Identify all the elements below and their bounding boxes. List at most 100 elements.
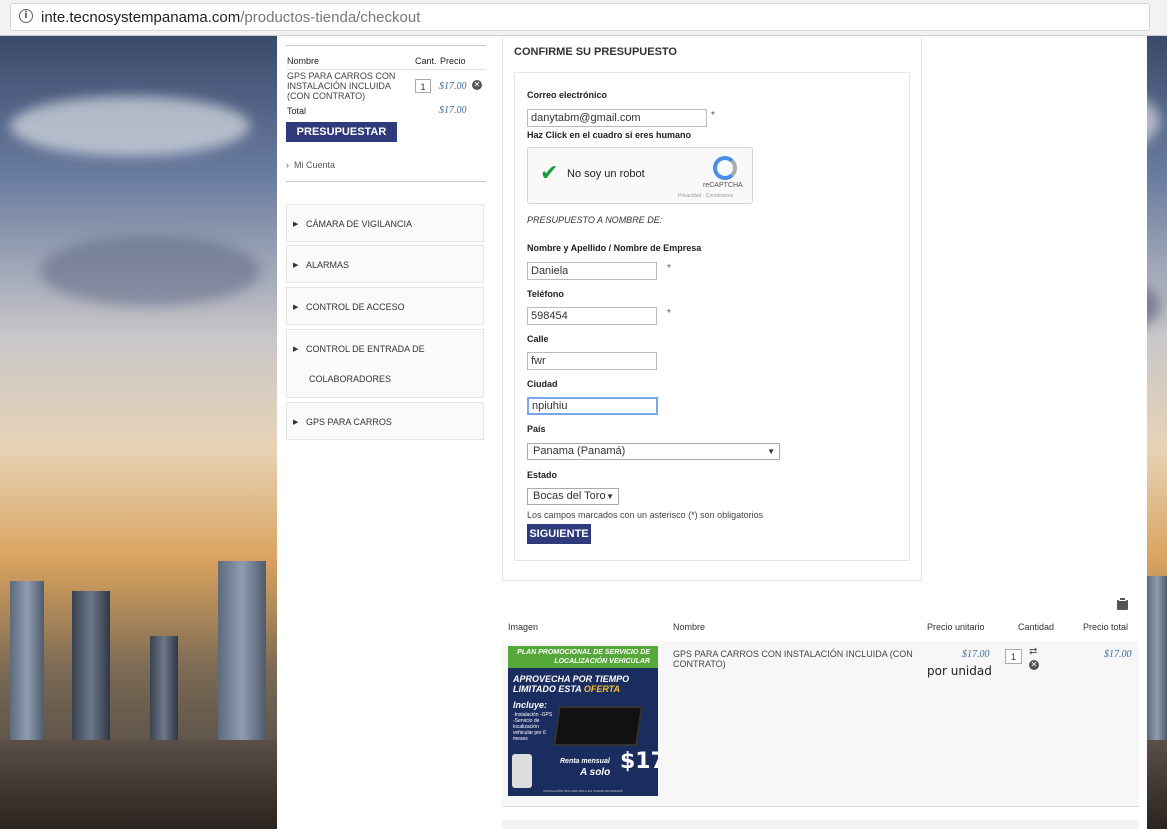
city-field[interactable] <box>527 397 658 415</box>
unit-price: $17.00 <box>962 649 990 660</box>
cart-total-label: Total <box>287 106 307 116</box>
url-text[interactable]: inte.tecnosystempanama.com/productos-tie… <box>41 9 420 26</box>
cart-col-price: Precio <box>440 56 466 66</box>
cart-col-qty: Cant. <box>415 56 437 66</box>
cart-item-qty[interactable]: 1 <box>415 79 431 93</box>
checkout-form: Correo electrónico * Haz Click en el cua… <box>514 72 910 561</box>
cloud <box>40 236 260 306</box>
cart-total-value: $17.00 <box>439 105 467 116</box>
state-selected: Bocas del Toro <box>533 490 606 502</box>
remove-icon[interactable]: ✕ <box>1029 660 1039 670</box>
product-name: GPS PARA CARROS CON INSTALACIÓN INCLUIDA… <box>673 649 913 669</box>
product-table-header: Imagen Nombre Precio unitario Cantidad P… <box>502 615 1139 642</box>
street-label: Calle <box>527 334 549 344</box>
next-button[interactable]: SIGUIENTE <box>527 524 591 544</box>
recaptcha-brand: reCAPTCHA <box>703 182 743 189</box>
product-image[interactable]: PLAN PROMOCIONAL DE SERVICIO DE LOCALIZA… <box>508 646 658 796</box>
category-label: CONTROL DE ACCESO <box>306 302 405 312</box>
checkmark-icon[interactable]: ✔ <box>540 160 558 186</box>
quantity-input[interactable]: 1 <box>1005 649 1022 664</box>
page-content: Nombre Cant. Precio GPS PARA CARROS CON … <box>277 36 1147 829</box>
info-icon[interactable]: i <box>19 9 33 23</box>
street-field[interactable] <box>527 352 657 370</box>
caret-right-icon: ▶ <box>293 419 299 426</box>
per-unit-label: por unidad <box>927 664 992 678</box>
presupuestar-button[interactable]: PRESUPUESTAR <box>286 122 397 142</box>
human-check-label: Haz Click en el cuadro si eres humano <box>527 130 692 140</box>
recaptcha-logo-icon <box>713 156 737 180</box>
city-label: Ciudad <box>527 379 558 389</box>
col-quantity: Cantidad <box>1018 622 1055 632</box>
category-control-entrada[interactable]: ▶ CONTROL DE ENTRADA DE COLABORADORES <box>286 329 484 398</box>
url-path: /productos-tienda/checkout <box>240 9 421 26</box>
col-total-price: Precio total <box>1083 622 1129 632</box>
cart-item-price: $17.00 <box>439 81 467 92</box>
state-label: Estado <box>527 470 558 480</box>
state-select[interactable]: Bocas del Toro ▼ <box>527 488 619 505</box>
promo-line1: APROVECHA POR TIEMPO <box>513 674 630 684</box>
category-label-line2: COLABORADORES <box>309 374 392 384</box>
address-bar[interactable]: i inte.tecnosystempanama.com/productos-t… <box>10 3 1150 31</box>
refresh-icon[interactable]: ⇄ <box>1029 646 1037 657</box>
category-label-line1: CONTROL DE ENTRADA DE <box>306 344 425 354</box>
my-account-label: Mi Cuenta <box>294 160 336 170</box>
category-camara[interactable]: ▶ CÁMARA DE VIGILANCIA <box>286 204 484 242</box>
my-account-link[interactable]: › Mi Cuenta <box>286 160 335 170</box>
category-gps[interactable]: ▶ GPS PARA CARROS <box>286 402 484 440</box>
country-label: País <box>527 424 546 434</box>
promo-footer: INSTALACIÓN INCLUIDA SOLO EN CIUDAD DE P… <box>543 789 623 793</box>
category-alarmas[interactable]: ▶ ALARMAS <box>286 245 484 283</box>
required-mark: * <box>667 263 671 274</box>
divider <box>286 69 486 70</box>
category-label: ALARMAS <box>306 260 350 270</box>
country-select[interactable]: Panama (Panamá) ▼ <box>527 443 780 460</box>
divider <box>286 45 486 46</box>
phone-label: Teléfono <box>527 289 564 299</box>
category-control-acceso[interactable]: ▶ CONTROL DE ACCESO <box>286 287 484 325</box>
checkout-panel: CONFIRME SU PRESUPUESTO Correo electróni… <box>502 36 922 581</box>
email-label: Correo electrónico <box>527 90 608 100</box>
url-domain: inte.tecnosystempanama.com <box>41 9 241 26</box>
divider <box>286 181 486 182</box>
promo-includes: Incluye: <box>513 700 548 710</box>
caret-right-icon: ▶ <box>293 304 299 311</box>
promo-asolo: A solo <box>580 767 611 778</box>
promo-header: PLAN PROMOCIONAL DE SERVICIO DE LOCALIZA… <box>508 646 658 668</box>
required-mark: * <box>711 110 715 121</box>
phone-image <box>512 754 532 788</box>
gps-device-image <box>553 706 643 746</box>
total-price: $17.00 <box>1104 649 1132 660</box>
caret-right-icon: ▶ <box>293 221 299 228</box>
promo-price: $17 <box>620 749 658 774</box>
chevron-right-icon: › <box>286 160 289 170</box>
category-label: CÁMARA DE VIGILANCIA <box>306 219 413 229</box>
table-footer <box>502 820 1139 829</box>
name-label: Nombre y Apellido / Nombre de Empresa <box>527 243 702 253</box>
cart-col-name: Nombre <box>287 56 320 66</box>
print-icon[interactable] <box>1117 597 1128 610</box>
dropdown-arrow-icon: ▼ <box>767 447 775 456</box>
email-field[interactable] <box>527 109 707 127</box>
col-name: Nombre <box>673 622 706 632</box>
dropdown-arrow-icon: ▼ <box>606 492 614 501</box>
cart-item-name: GPS PARA CARROS CON INSTALACIÓN INCLUIDA… <box>287 71 396 101</box>
recaptcha-label: No soy un robot <box>567 168 645 180</box>
promo-renta: Renta mensual <box>560 758 610 765</box>
required-mark: * <box>667 308 671 319</box>
caret-right-icon: ▶ <box>293 262 299 269</box>
required-note: Los campos marcados con un asterisco (*)… <box>527 510 764 520</box>
remove-icon[interactable]: ✕ <box>472 80 482 90</box>
recaptcha-widget[interactable]: ✔ No soy un robot reCAPTCHA Privacidad -… <box>527 147 753 204</box>
col-image: Imagen <box>508 622 539 632</box>
page-title: CONFIRME SU PRESUPUESTO <box>514 46 677 58</box>
name-field[interactable] <box>527 262 657 280</box>
phone-field[interactable] <box>527 307 657 325</box>
category-label: GPS PARA CARROS <box>306 417 392 427</box>
recaptcha-terms-link[interactable]: Privacidad - Condiciones <box>678 193 733 199</box>
caret-right-icon: ▶ <box>293 346 299 353</box>
country-selected: Panama (Panamá) <box>533 445 626 457</box>
browser-toolbar: i inte.tecnosystempanama.com/productos-t… <box>0 0 1167 36</box>
col-unit-price: Precio unitario <box>927 622 985 632</box>
section-heading: PRESUPUESTO A NOMBRE DE: <box>527 215 663 225</box>
cloud <box>10 96 250 156</box>
